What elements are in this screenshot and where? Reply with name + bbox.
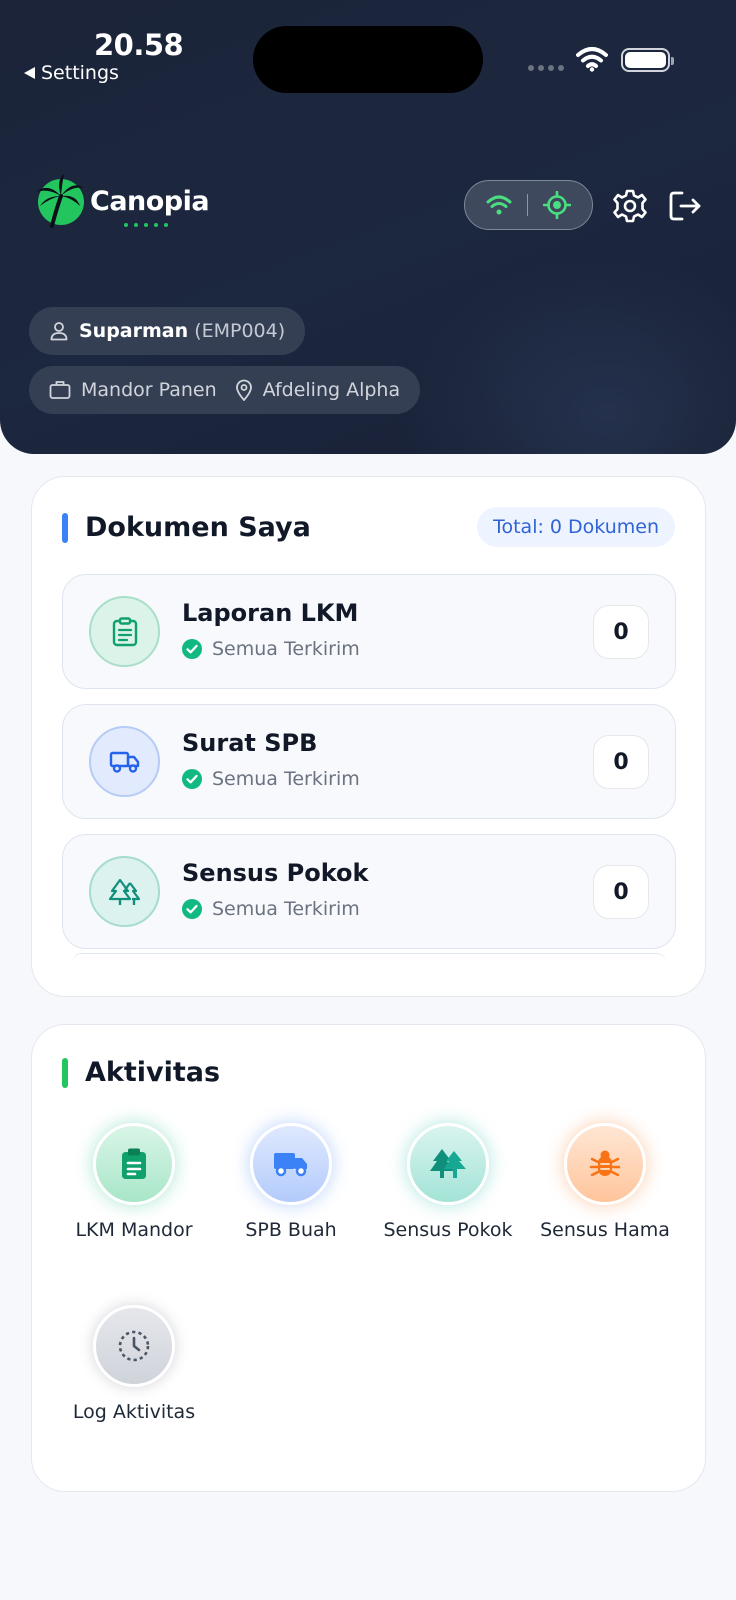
clipboard-icon (89, 596, 160, 667)
activity-spb-buah[interactable]: SPB Buah (216, 1123, 366, 1241)
check-circle-icon (182, 899, 202, 919)
trees-icon (407, 1123, 489, 1205)
back-arrow-icon (24, 67, 35, 79)
clipboard-icon (93, 1123, 175, 1205)
battery-icon (621, 48, 674, 72)
app-header: 20.58 Settings Canopia Suparman (EMP004)… (0, 0, 736, 454)
wifi-status-icon (576, 47, 608, 72)
activities-title: Aktivitas (62, 1057, 220, 1088)
activity-lkm-mandor[interactable]: LKM Mandor (59, 1123, 209, 1241)
settings-gear-icon[interactable] (613, 189, 647, 223)
doc-count: 0 (593, 865, 649, 919)
doc-row-laporan-lkm[interactable]: Laporan LKM Semua Terkirim 0 (62, 574, 676, 689)
activities-card: Aktivitas LKM Mandor SPB Buah Sensus Pok… (31, 1024, 706, 1492)
status-time: 20.58 (94, 28, 184, 62)
activity-label: Sensus Hama (540, 1219, 670, 1241)
doc-status: Semua Terkirim (182, 768, 360, 790)
doc-row-sensus-pokok[interactable]: Sensus Pokok Semua Terkirim 0 (62, 834, 676, 949)
check-circle-icon (182, 639, 202, 659)
doc-row-surat-spb[interactable]: Surat SPB Semua Terkirim 0 (62, 704, 676, 819)
brand-dots (124, 222, 168, 227)
back-label: Settings (41, 62, 119, 84)
doc-status: Semua Terkirim (182, 898, 360, 920)
doc-row-peek (72, 953, 666, 963)
documents-card: Dokumen Saya Total: 0 Dokumen Laporan LK… (31, 476, 706, 997)
clock-icon (93, 1305, 175, 1387)
connectivity-status[interactable] (464, 180, 593, 230)
dynamic-island (253, 26, 483, 93)
location-pin-icon (235, 379, 252, 401)
palm-tree-icon (36, 174, 84, 228)
doc-status: Semua Terkirim (182, 638, 360, 660)
activity-label: Log Aktivitas (72, 1401, 196, 1423)
gps-icon (542, 191, 571, 219)
user-chip: Suparman (EMP004) (29, 307, 306, 355)
activity-label: SPB Buah (245, 1219, 337, 1241)
briefcase-icon (49, 381, 71, 399)
activity-log-aktivitas[interactable]: Log Aktivitas (59, 1305, 209, 1423)
bug-icon (564, 1123, 646, 1205)
user-icon (50, 322, 68, 341)
activity-label: LKM Mandor (75, 1219, 193, 1241)
doc-title: Sensus Pokok (182, 859, 369, 887)
check-circle-icon (182, 769, 202, 789)
employee-id: (EMP004) (194, 320, 286, 342)
documents-total-badge: Total: 0 Dokumen (477, 507, 675, 547)
wifi-icon (486, 195, 512, 215)
role-location-chip: Mandor Panen Afdeling Alpha (29, 366, 421, 414)
doc-count: 0 (593, 605, 649, 659)
documents-title: Dokumen Saya (62, 512, 311, 543)
activity-sensus-hama[interactable]: Sensus Hama (530, 1123, 680, 1241)
trees-icon (89, 856, 160, 927)
user-name: Suparman (79, 320, 189, 342)
app-name: Canopia (90, 185, 210, 217)
activity-sensus-pokok[interactable]: Sensus Pokok (373, 1123, 523, 1241)
doc-count: 0 (593, 735, 649, 789)
truck-icon (89, 726, 160, 797)
app-logo: Canopia (34, 174, 210, 228)
activity-label: Sensus Pokok (383, 1219, 513, 1241)
user-role: Mandor Panen (81, 379, 217, 401)
back-to-settings[interactable]: Settings (24, 62, 119, 84)
user-location: Afdeling Alpha (262, 379, 401, 401)
logout-icon[interactable] (668, 189, 702, 223)
cellular-signal-icon (528, 65, 564, 71)
truck-icon (250, 1123, 332, 1205)
doc-title: Surat SPB (182, 729, 318, 757)
doc-title: Laporan LKM (182, 599, 359, 627)
